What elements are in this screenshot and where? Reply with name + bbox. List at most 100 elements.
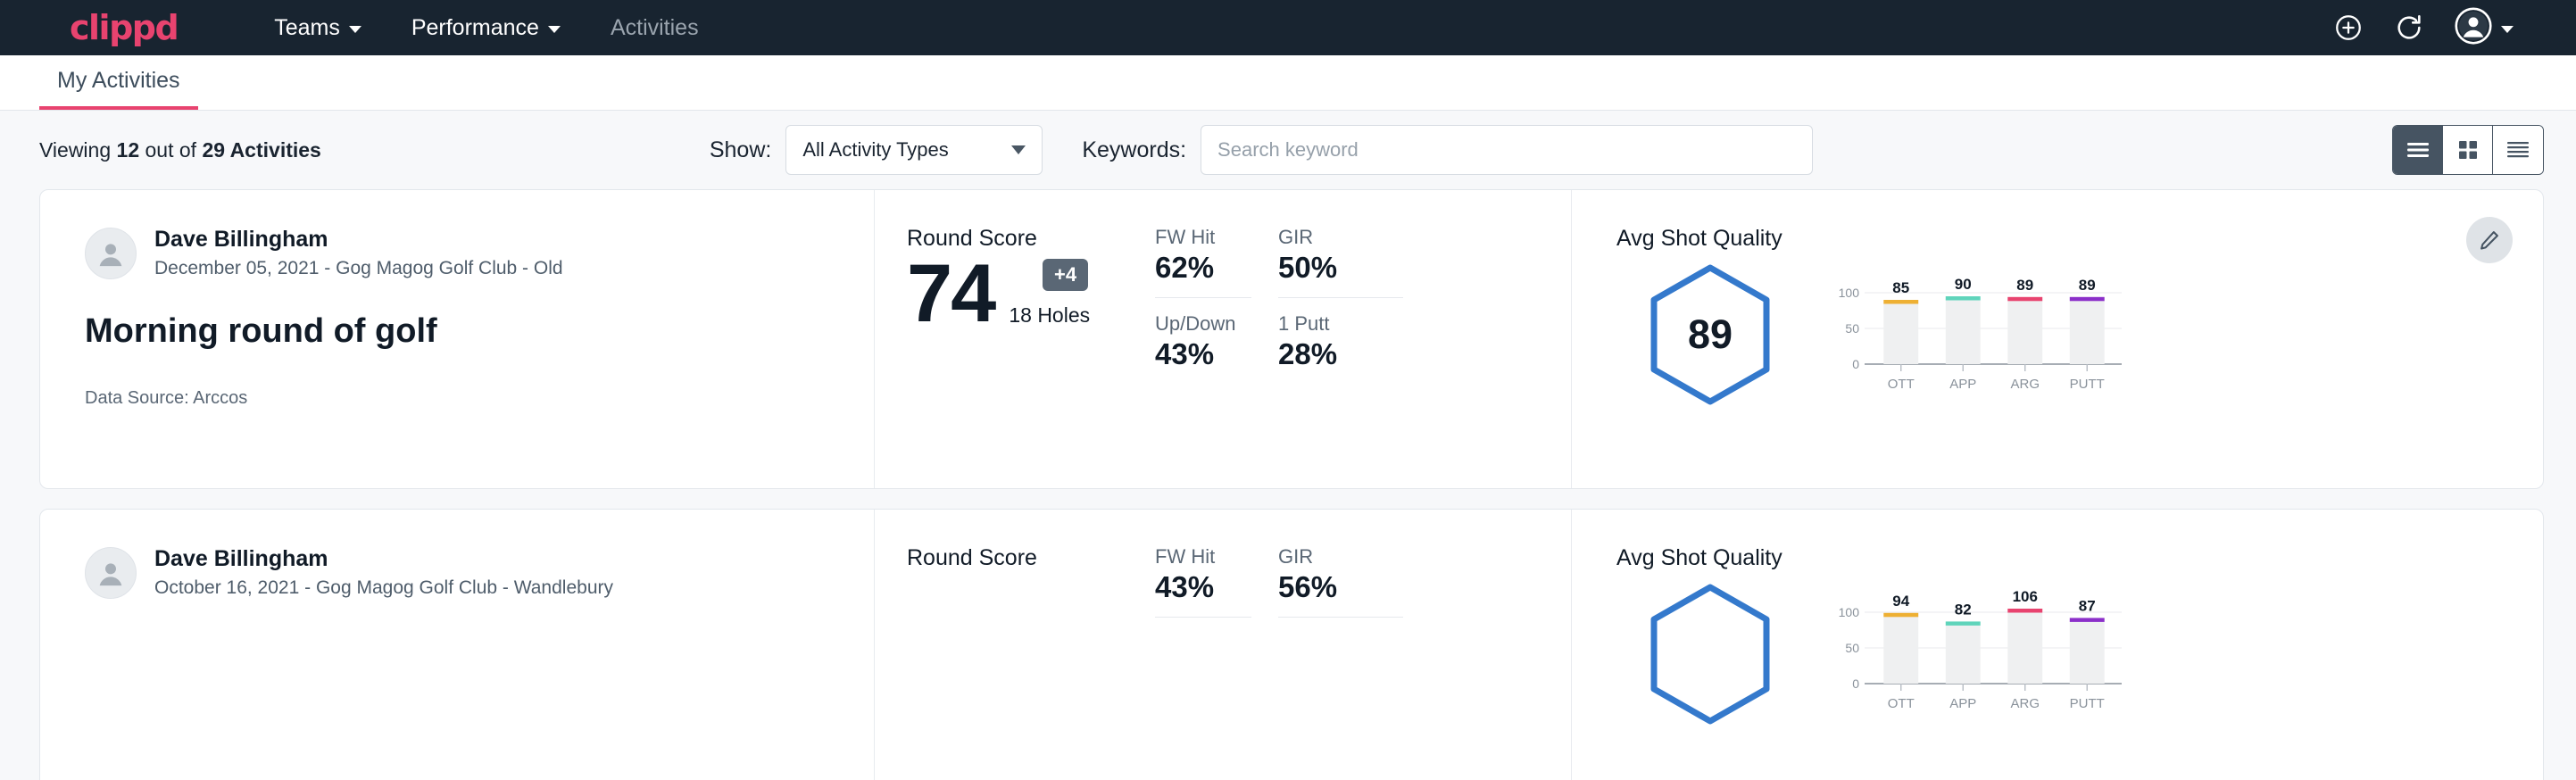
avg-shot-quality-label: Avg Shot Quality bbox=[1616, 226, 2543, 252]
stat-label-gir: GIR bbox=[1278, 226, 1403, 249]
round-score-row: 74 +4 18 Holes bbox=[907, 255, 1143, 333]
avg-shot-quality-column: Avg Shot Quality 89 100 50 0 85 OTT 90 APP 89 AR… bbox=[1571, 190, 2543, 488]
svg-text:APP: APP bbox=[1949, 696, 1976, 711]
svg-text:50: 50 bbox=[1845, 641, 1859, 655]
svg-text:100: 100 bbox=[1839, 286, 1860, 300]
activity-author: Dave Billingham October 16, 2021 - Gog M… bbox=[85, 545, 874, 602]
nav-item-activities[interactable]: Activities bbox=[586, 15, 724, 41]
activity-data-source: Data Source: Arccos bbox=[85, 388, 874, 409]
show-label: Show: bbox=[710, 137, 771, 163]
svg-text:50: 50 bbox=[1845, 321, 1859, 336]
tab-my-activities[interactable]: My Activities bbox=[39, 68, 198, 110]
round-score-value: 74 bbox=[907, 255, 994, 333]
svg-text:82: 82 bbox=[1955, 601, 1972, 618]
compact-view-button[interactable] bbox=[2493, 126, 2543, 174]
score-differential-badge: +4 bbox=[1043, 259, 1088, 291]
svg-text:89: 89 bbox=[2079, 277, 2096, 294]
stat-value-gir: 50% bbox=[1278, 251, 1403, 298]
stat-label-up-down: Up/Down bbox=[1155, 298, 1251, 336]
svg-text:89: 89 bbox=[2016, 277, 2033, 294]
round-stats-grid: FW Hit GIR 43% 56% bbox=[1143, 510, 1571, 780]
round-score-column: Round Score 74 +4 18 Holes bbox=[875, 190, 1143, 488]
chevron-down-icon bbox=[548, 26, 561, 33]
stat-label-fw-hit: FW Hit bbox=[1155, 545, 1251, 568]
nav-item-label: Teams bbox=[274, 15, 340, 41]
author-name: Dave Billingham bbox=[154, 545, 613, 573]
refresh-icon[interactable] bbox=[2394, 12, 2424, 43]
stat-value-up-down: 43% bbox=[1155, 337, 1251, 371]
main-nav-items: Teams Performance Activities bbox=[249, 15, 723, 41]
tab-bar: My Activities bbox=[0, 55, 2576, 111]
stat-label-one-putt: 1 Putt bbox=[1278, 298, 1403, 336]
activity-type-select[interactable]: All Activity Types bbox=[785, 125, 1043, 175]
edit-activity-button[interactable] bbox=[2466, 217, 2513, 263]
shot-quality-chart: 10050094OTT82APP106ARG87PUTT bbox=[1829, 577, 2123, 718]
tab-label: My Activities bbox=[57, 68, 180, 93]
svg-text:90: 90 bbox=[1955, 276, 1972, 293]
avg-shot-quality-column: Avg Shot Quality 10050094OTT82APP106ARG8… bbox=[1571, 510, 2543, 780]
round-stats-grid: FW Hit GIR 62% 50% Up/Down 1 Putt 43% 28… bbox=[1143, 190, 1571, 488]
viewing-middle: out of bbox=[139, 138, 202, 162]
svg-text:106: 106 bbox=[2013, 589, 2038, 605]
filter-bar: Viewing 12 out of 29 Activities Show: Al… bbox=[0, 111, 2576, 189]
nav-item-performance[interactable]: Performance bbox=[386, 15, 586, 41]
activity-author: Dave Billingham December 05, 2021 - Gog … bbox=[85, 226, 874, 282]
list-view-button[interactable] bbox=[2393, 126, 2443, 174]
quality-hexagon: 89 bbox=[1647, 264, 1774, 405]
view-mode-toggle-group bbox=[2392, 125, 2544, 175]
activity-info-column: Dave Billingham December 05, 2021 - Gog … bbox=[40, 190, 875, 488]
quality-hexagon-value: 89 bbox=[1647, 264, 1774, 405]
grid-view-button[interactable] bbox=[2443, 126, 2493, 174]
activity-card[interactable]: Dave Billingham October 16, 2021 - Gog M… bbox=[39, 509, 2544, 780]
avatar bbox=[85, 547, 137, 599]
activity-subtitle: October 16, 2021 - Gog Magog Golf Club -… bbox=[154, 575, 613, 601]
svg-text:APP: APP bbox=[1949, 377, 1976, 392]
activity-title: Morning round of golf bbox=[85, 312, 874, 351]
top-navigation-bar: clippd Teams Performance Activities bbox=[0, 0, 2576, 55]
account-avatar-icon bbox=[2455, 7, 2492, 49]
quality-hexagon bbox=[1647, 584, 1774, 725]
viewing-count-text: Viewing 12 out of 29 Activities bbox=[39, 138, 321, 162]
avg-shot-quality-label: Avg Shot Quality bbox=[1616, 545, 2543, 571]
activity-info-column: Dave Billingham October 16, 2021 - Gog M… bbox=[40, 510, 875, 780]
search-input[interactable] bbox=[1201, 125, 1813, 175]
stat-label-gir: GIR bbox=[1278, 545, 1403, 568]
viewing-prefix: Viewing bbox=[39, 138, 117, 162]
svg-text:87: 87 bbox=[2079, 597, 2096, 614]
nav-item-teams[interactable]: Teams bbox=[249, 15, 386, 41]
nav-right-actions bbox=[2333, 7, 2540, 49]
stat-value-fw-hit: 62% bbox=[1155, 251, 1251, 298]
stat-value-one-putt: 28% bbox=[1278, 337, 1403, 371]
svg-text:PUTT: PUTT bbox=[2070, 377, 2105, 392]
activity-card[interactable]: Dave Billingham December 05, 2021 - Gog … bbox=[39, 189, 2544, 489]
clippd-logo[interactable]: clippd bbox=[70, 11, 178, 45]
avg-shot-quality-body: 89 100 50 0 85 OTT 90 APP 89 ARG 89 PUTT bbox=[1616, 257, 2543, 405]
holes-played: 18 Holes bbox=[1009, 303, 1090, 333]
activity-card-list: Dave Billingham December 05, 2021 - Gog … bbox=[0, 189, 2576, 780]
account-menu[interactable] bbox=[2455, 7, 2514, 49]
svg-text:100: 100 bbox=[1839, 605, 1860, 619]
author-name: Dave Billingham bbox=[154, 226, 563, 253]
chevron-down-icon bbox=[349, 26, 361, 33]
round-score-column: Round Score bbox=[875, 510, 1143, 780]
svg-text:0: 0 bbox=[1852, 357, 1859, 371]
add-circle-icon[interactable] bbox=[2333, 12, 2364, 43]
svg-text:85: 85 bbox=[1892, 279, 1909, 296]
quality-hexagon-wrap bbox=[1616, 577, 1804, 725]
svg-text:PUTT: PUTT bbox=[2070, 696, 2105, 711]
stat-value-fw-hit: 43% bbox=[1155, 570, 1251, 618]
viewing-total: 29 Activities bbox=[202, 138, 320, 162]
svg-text:OTT: OTT bbox=[1888, 377, 1915, 392]
svg-text:0: 0 bbox=[1852, 676, 1859, 691]
stat-label-fw-hit: FW Hit bbox=[1155, 226, 1251, 249]
svg-text:ARG: ARG bbox=[2010, 377, 2040, 392]
activity-subtitle: December 05, 2021 - Gog Magog Golf Club … bbox=[154, 255, 563, 281]
avg-shot-quality-body: 10050094OTT82APP106ARG87PUTT bbox=[1616, 577, 2543, 725]
nav-item-label: Activities bbox=[611, 15, 699, 41]
avatar bbox=[85, 228, 137, 279]
quality-hexagon-wrap: 89 bbox=[1616, 257, 1804, 405]
svg-text:OTT: OTT bbox=[1888, 696, 1915, 711]
quality-hexagon-value bbox=[1647, 584, 1774, 725]
viewing-count: 12 bbox=[117, 138, 140, 162]
round-score-label: Round Score bbox=[907, 545, 1143, 571]
